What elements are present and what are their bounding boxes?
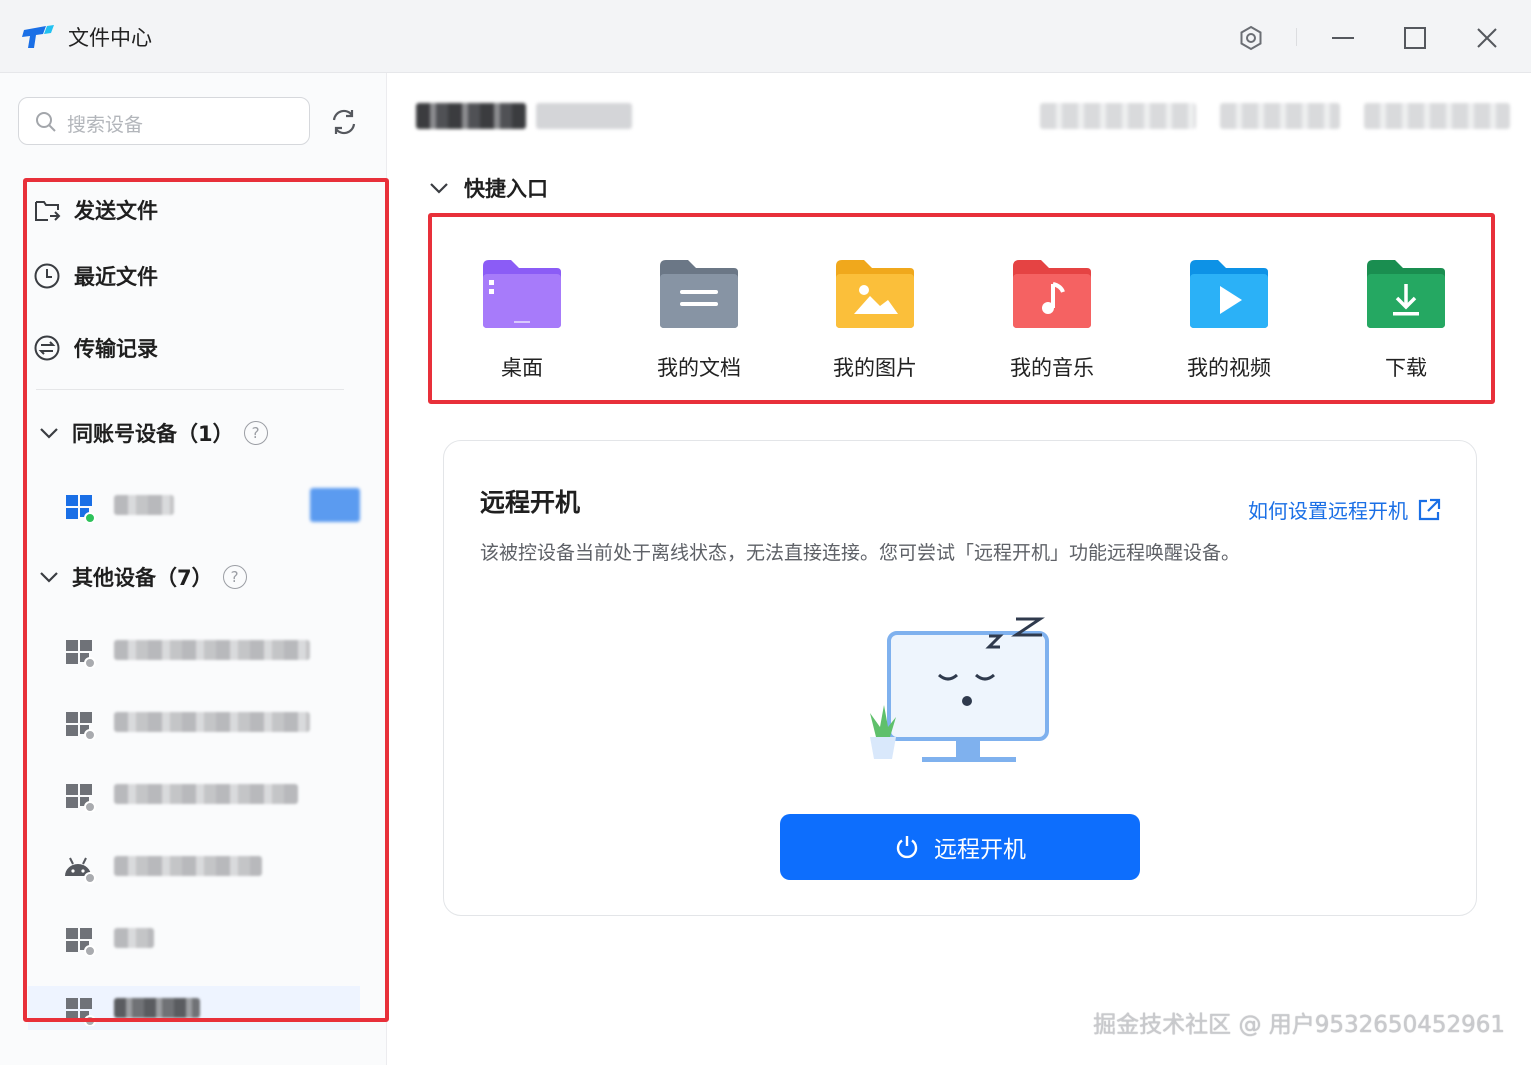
windows-offline-icon <box>66 928 96 956</box>
settings-button[interactable] <box>1231 18 1271 58</box>
external-link-icon <box>1418 498 1441 520</box>
desktop-folder-icon <box>483 260 561 328</box>
device-name-redacted <box>114 998 200 1018</box>
sidebar: 搜索设备 发送文件 最近文件 传输记录 同账号设备（1） ? 其他设备（7） ? <box>0 73 387 1065</box>
quick-access-highlight-box <box>428 213 1495 404</box>
music-folder-icon <box>1013 260 1091 328</box>
group-other-devices[interactable]: 其他设备（7） ? <box>38 559 247 595</box>
minimize-icon <box>1332 37 1354 39</box>
quick-pictures[interactable]: 我的图片 <box>810 258 940 388</box>
device-name-redacted <box>114 784 298 804</box>
windows-offline-icon <box>66 640 96 668</box>
header-info-redacted <box>1220 103 1340 129</box>
remote-boot-button[interactable]: 远程开机 <box>780 814 1140 880</box>
remote-boot-title: 远程开机 <box>480 488 581 517</box>
help-icon[interactable]: ? <box>222 565 247 589</box>
help-icon[interactable]: ? <box>243 421 268 445</box>
quick-videos[interactable]: 我的视频 <box>1164 258 1294 388</box>
windows-offline-icon <box>66 998 96 1026</box>
menu-recent-files[interactable]: 最近文件 <box>32 256 158 296</box>
documents-folder-icon <box>660 260 738 328</box>
downloads-folder-icon <box>1367 260 1445 328</box>
remote-boot-description: 该被控设备当前处于离线状态，无法直接连接。您可尝试「远程开机」功能远程唤醒设备。 <box>480 542 1241 564</box>
transfer-icon <box>32 333 62 363</box>
quick-desktop[interactable]: 桌面 <box>457 258 587 388</box>
quick-documents[interactable]: 我的文档 <box>634 258 764 388</box>
device-title-redacted <box>416 103 526 129</box>
quick-access-header[interactable]: 快捷入口 <box>428 173 548 203</box>
windows-online-icon <box>66 495 96 523</box>
device-item[interactable] <box>60 844 360 888</box>
quick-pictures-label: 我的图片 <box>833 356 917 380</box>
close-button[interactable] <box>1467 18 1507 58</box>
titlebar-separator <box>1296 28 1297 46</box>
windows-offline-icon <box>66 712 96 740</box>
chevron-down-icon <box>40 572 58 583</box>
sidebar-divider <box>36 389 344 390</box>
chevron-down-icon <box>430 183 448 194</box>
pictures-folder-icon <box>836 260 914 328</box>
device-item[interactable] <box>60 628 360 672</box>
maximize-icon <box>1404 27 1426 49</box>
watermark: 掘金技术社区 @ 用户9532650452961 <box>1093 1012 1505 1038</box>
remote-boot-help-link[interactable]: 如何设置远程开机 <box>1248 495 1442 524</box>
menu-transfer-log[interactable]: 传输记录 <box>32 328 158 368</box>
quick-music-label: 我的音乐 <box>1010 356 1094 380</box>
videos-folder-icon <box>1190 260 1268 328</box>
device-name-redacted <box>114 928 154 948</box>
menu-recent-files-label: 最近文件 <box>74 265 158 289</box>
quick-music[interactable]: 我的音乐 <box>987 258 1117 388</box>
maximize-button[interactable] <box>1395 18 1435 58</box>
group-other-devices-label: 其他设备（7） <box>72 566 213 590</box>
search-placeholder: 搜索设备 <box>67 114 144 136</box>
device-item[interactable] <box>60 772 360 816</box>
header-info-redacted <box>1040 103 1196 129</box>
app-logo-icon <box>22 25 54 48</box>
chevron-down-icon <box>40 428 58 439</box>
sleeping-computer-illustration <box>870 617 1049 762</box>
group-same-account[interactable]: 同账号设备（1） ? <box>38 415 268 451</box>
device-item[interactable] <box>60 483 360 527</box>
remote-boot-help-label: 如何设置远程开机 <box>1248 499 1408 523</box>
group-same-account-label: 同账号设备（1） <box>72 422 234 446</box>
quick-documents-label: 我的文档 <box>657 356 741 380</box>
device-item[interactable] <box>60 700 360 744</box>
refresh-button[interactable] <box>325 103 363 141</box>
close-icon <box>1477 28 1497 48</box>
device-name-redacted <box>114 712 310 732</box>
device-badge-redacted <box>310 488 360 522</box>
android-offline-icon <box>65 857 96 884</box>
quick-downloads[interactable]: 下载 <box>1341 258 1471 388</box>
quick-videos-label: 我的视频 <box>1187 356 1271 380</box>
send-file-icon <box>32 195 62 225</box>
remote-boot-card: 远程开机 如何设置远程开机 该被控设备当前处于离线状态，无法直接连接。您可尝试「… <box>443 440 1477 916</box>
quick-desktop-label: 桌面 <box>501 356 543 380</box>
quick-access-title: 快捷入口 <box>464 177 548 201</box>
quick-downloads-label: 下载 <box>1385 356 1427 380</box>
windows-offline-icon <box>66 784 96 812</box>
header-info-redacted <box>1364 103 1510 129</box>
refresh-icon <box>332 109 356 135</box>
device-subtitle-redacted <box>536 103 632 129</box>
minimize-button[interactable] <box>1323 18 1363 58</box>
device-name-redacted <box>114 495 174 515</box>
title-bar: 文件中心 <box>0 0 1531 73</box>
main-panel: 快捷入口 桌面 我的文档 我的图片 我的音乐 我的视频 下载 远程开机 如何设置… <box>388 73 1531 1065</box>
menu-send-file-label: 发送文件 <box>74 199 158 223</box>
menu-send-file[interactable]: 发送文件 <box>32 190 158 230</box>
device-name-redacted <box>114 640 310 660</box>
device-search-input[interactable]: 搜索设备 <box>18 97 310 145</box>
device-item-selected[interactable] <box>28 986 360 1030</box>
power-icon <box>896 836 918 859</box>
remote-boot-button-label: 远程开机 <box>934 837 1026 863</box>
window-title: 文件中心 <box>68 26 152 50</box>
menu-transfer-log-label: 传输记录 <box>74 337 158 361</box>
settings-icon <box>1240 25 1262 51</box>
clock-icon <box>32 261 62 291</box>
search-icon <box>36 112 56 132</box>
device-item[interactable] <box>60 916 360 960</box>
device-name-redacted <box>114 856 262 876</box>
